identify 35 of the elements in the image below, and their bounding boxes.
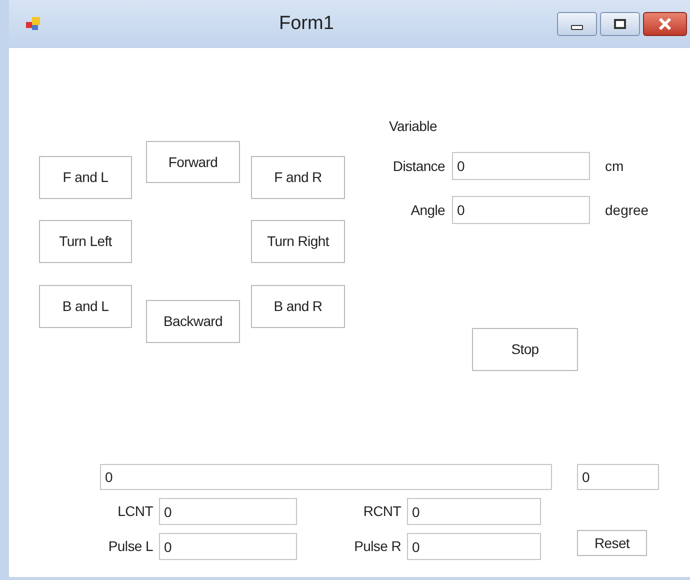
forward-button[interactable]: Forward — [146, 141, 240, 183]
window-title: Form1 — [279, 12, 334, 36]
forward-right-button[interactable]: F and R — [251, 156, 345, 199]
minimize-icon — [571, 24, 583, 30]
counter-field[interactable]: 0 — [407, 533, 541, 560]
backward-button[interactable]: Backward — [146, 300, 240, 343]
minimize-button[interactable] — [557, 12, 597, 36]
reset-button[interactable]: Reset — [577, 530, 647, 556]
counter-label: Pulse R — [353, 537, 402, 556]
forward-left-button[interactable]: F and L — [39, 156, 132, 199]
variable-field[interactable]: 0 — [452, 196, 590, 224]
app-icon — [26, 17, 42, 31]
counter-field[interactable]: 0 — [159, 533, 297, 560]
counter-label: RCNT — [362, 502, 402, 521]
output-field[interactable]: 0 — [100, 464, 552, 490]
variable-label: Variable — [389, 117, 438, 136]
side-field[interactable]: 0 — [577, 464, 659, 490]
stop-button[interactable]: Stop — [472, 328, 578, 371]
turn-left-button[interactable]: Turn Left — [39, 220, 132, 263]
close-icon — [658, 18, 672, 30]
variable-label: Angle — [410, 200, 445, 220]
counter-label: Pulse L — [107, 537, 154, 556]
counter-label: LCNT — [116, 502, 154, 521]
unit-label: cm — [605, 156, 624, 176]
variable-field[interactable]: 0 — [452, 152, 590, 180]
maximize-button[interactable] — [600, 12, 640, 36]
variable-label: Distance — [392, 156, 445, 176]
counter-field[interactable]: 0 — [159, 498, 297, 525]
turn-right-button[interactable]: Turn Right — [251, 220, 345, 263]
close-button[interactable] — [643, 12, 687, 36]
counter-field[interactable]: 0 — [407, 498, 541, 525]
back-right-button[interactable]: B and R — [251, 285, 345, 328]
maximize-icon — [614, 19, 626, 29]
back-left-button[interactable]: B and L — [39, 285, 132, 328]
unit-label: degree — [605, 200, 649, 220]
